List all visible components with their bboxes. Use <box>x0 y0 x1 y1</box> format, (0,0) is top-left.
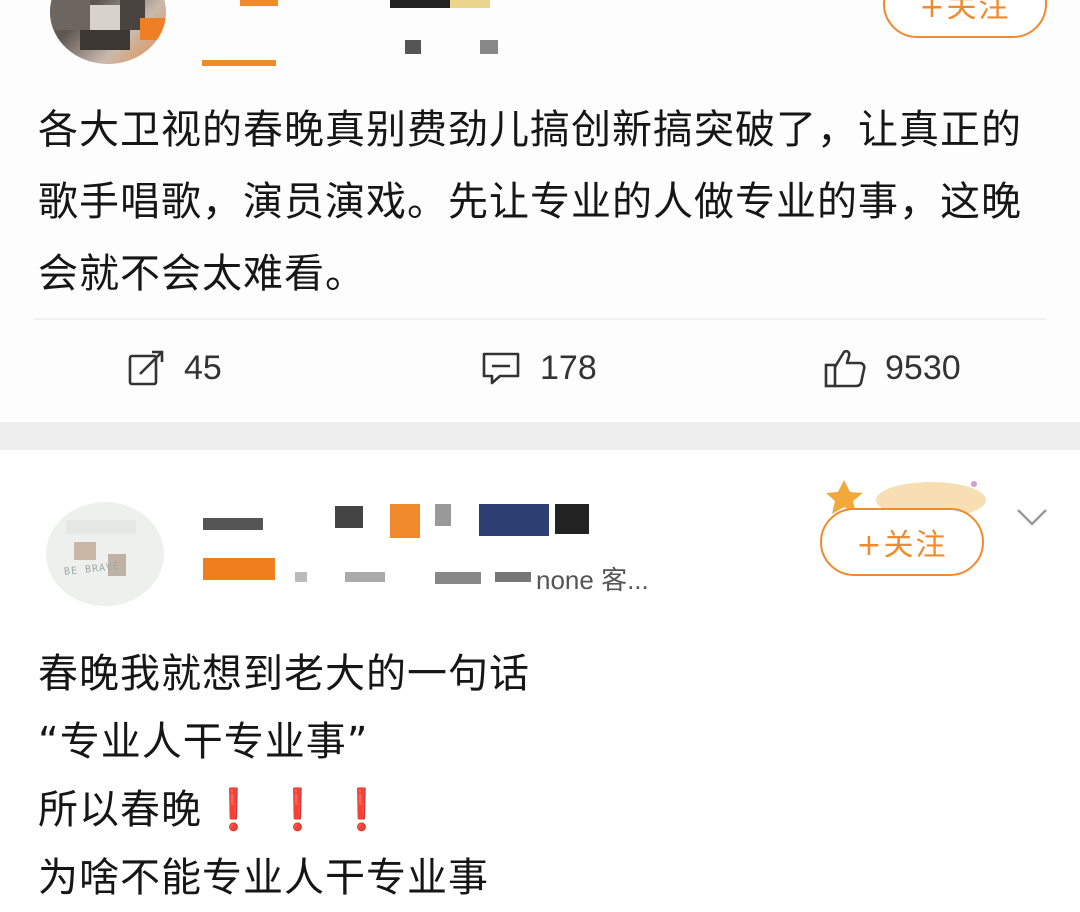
repost-count: 45 <box>184 348 222 387</box>
post-body: 各大卫视的春晚真别费劲儿搞创新搞突破了，让真正的歌手唱歌，演员演戏。先让专业的人… <box>38 107 1022 297</box>
action-bar: 45 178 9530 <box>0 332 1080 404</box>
post-line: “专业人干专业事” <box>38 719 369 765</box>
post-body: 春晚我就想到老大的一句话 “专业人干专业事” 所以春晚 ❗ ❗ ❗ 为啥不能专业人干专… <box>38 640 1048 912</box>
comment-count: 178 <box>540 348 597 387</box>
like-count: 9530 <box>885 348 961 387</box>
divider <box>35 318 1045 320</box>
post-line-with-emoji: 所以春晚 ❗ ❗ ❗ <box>38 776 1048 844</box>
post-line: 为啥不能专业人干专业事 <box>38 855 489 901</box>
like-button[interactable]: 9530 <box>823 332 961 404</box>
avatar[interactable] <box>50 0 166 64</box>
chevron-down-icon[interactable] <box>1012 502 1052 532</box>
comment-button[interactable]: 178 <box>480 332 597 404</box>
repost-button[interactable]: 45 <box>126 332 222 404</box>
post-card-2: BE BRAVE none 客... +关注 春晚我就想到老大的一句话 “专业人… <box>0 450 1080 901</box>
exclamation-emoji: ❗ <box>272 787 324 833</box>
post-separator <box>0 422 1080 450</box>
exclamation-emoji: ❗ <box>336 787 388 833</box>
avatar[interactable]: BE BRAVE <box>46 502 164 606</box>
follow-button[interactable]: +关注 <box>883 0 1047 38</box>
exclamation-emoji: ❗ <box>208 787 260 833</box>
like-icon <box>823 346 867 390</box>
post-card-1: +关注 各大卫视的春晚真别费劲儿搞创新搞突破了，让真正的歌手唱歌，演员演戏。先让… <box>0 0 1080 420</box>
username-blurred[interactable] <box>200 0 500 70</box>
post-line: 春晚我就想到老大的一句话 <box>38 651 530 697</box>
weibo-feed: +关注 各大卫视的春晚真别费劲儿搞创新搞突破了，让真正的歌手唱歌，演员演戏。先让… <box>0 0 1080 901</box>
repost-icon <box>126 348 166 388</box>
comment-icon <box>480 348 522 388</box>
follow-button[interactable]: +关注 <box>820 508 984 576</box>
post-meta: none 客... <box>536 565 649 595</box>
post-line-text: 所以春晚 <box>38 787 202 833</box>
